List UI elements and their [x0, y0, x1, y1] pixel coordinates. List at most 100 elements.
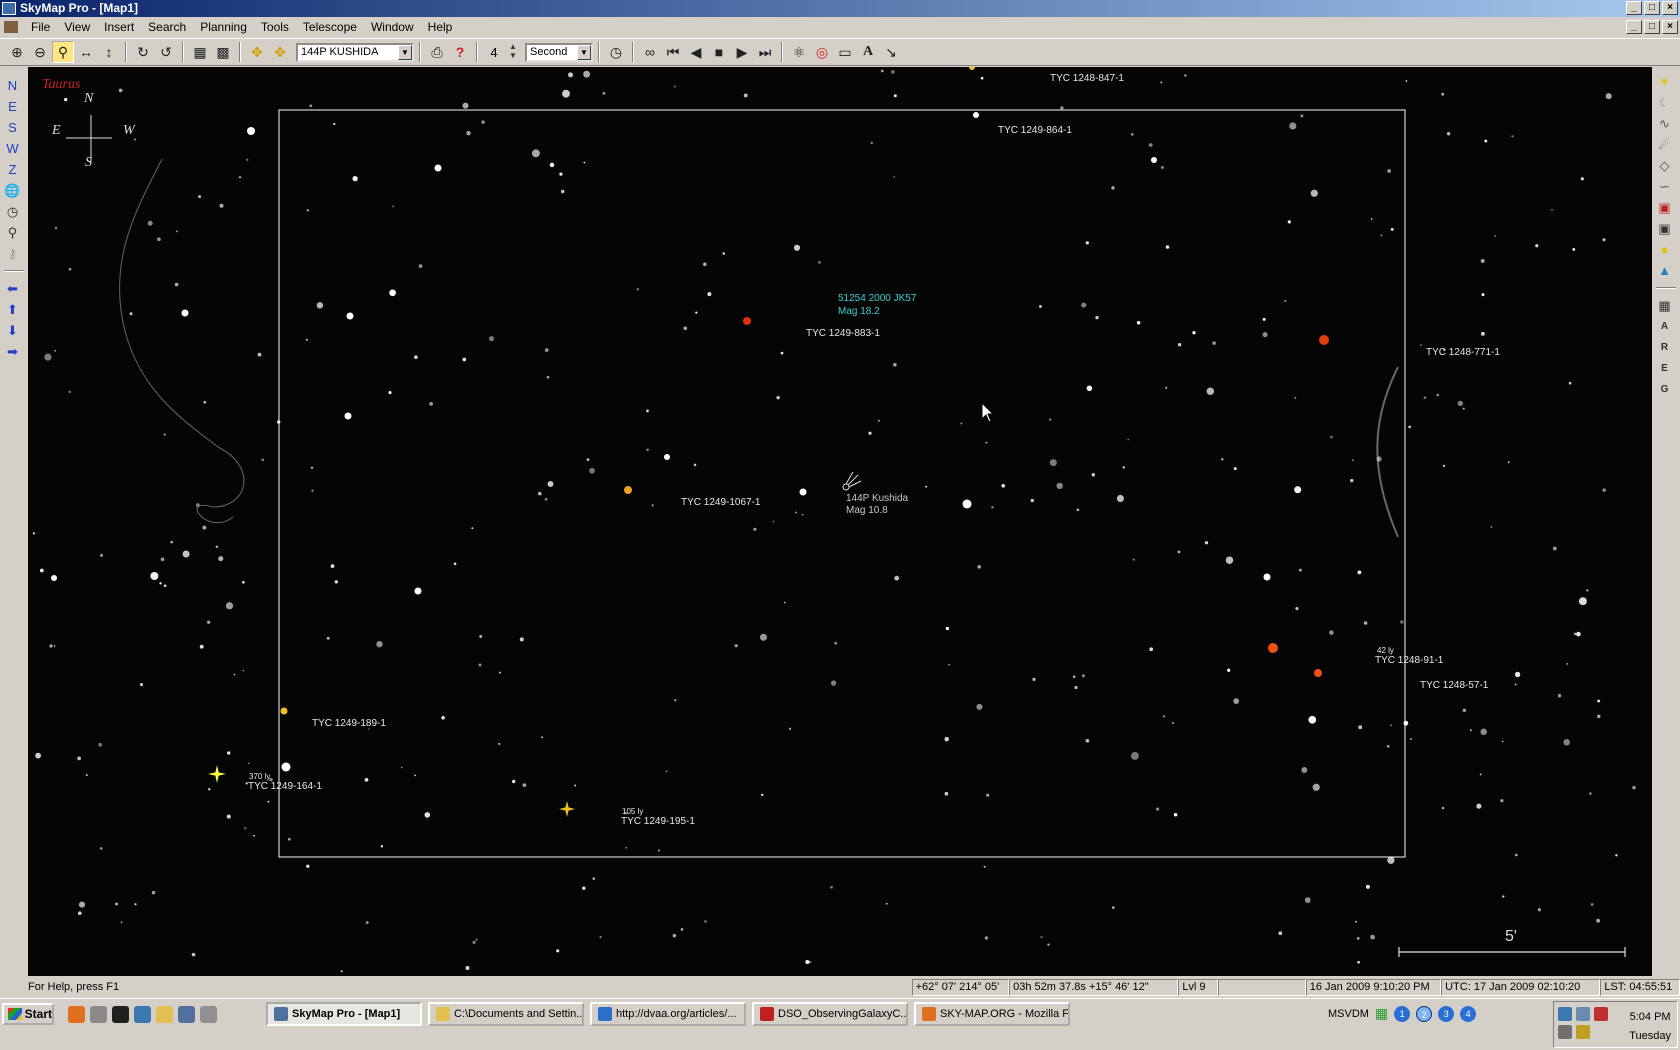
clock-icon[interactable]: ◷ — [605, 41, 627, 63]
zoom-window-icon[interactable]: ⚲ — [52, 41, 74, 63]
star-label[interactable]: TYC 1248-57-1 — [1420, 680, 1488, 692]
catalog-a-button[interactable]: A — [1652, 316, 1677, 337]
menu-insert[interactable]: Insert — [97, 17, 141, 37]
task-pdf[interactable]: DSO_ObservingGalaxyC... — [752, 1002, 908, 1026]
monitor-tray-icon[interactable] — [1576, 1007, 1590, 1021]
desktop-grid-icon[interactable]: ▦ — [1375, 1005, 1388, 1022]
arrow-left-icon[interactable]: ⬅ — [0, 278, 25, 299]
menu-telescope[interactable]: Telescope — [296, 17, 364, 37]
color-palette-icon[interactable]: ▲ — [1652, 260, 1677, 281]
mdi-restore-button[interactable]: □ — [1644, 20, 1660, 34]
galaxy-icon[interactable]: ∽ — [1652, 176, 1677, 197]
link-icon[interactable]: ∞ — [639, 41, 661, 63]
star-label[interactable]: TYC 1249-164-1 — [248, 781, 322, 793]
menu-window[interactable]: Window — [364, 17, 421, 37]
mdi-minimize-button[interactable]: _ — [1626, 20, 1642, 34]
rectangle-tool-icon[interactable]: ▭ — [834, 41, 856, 63]
text-tool-icon[interactable]: A — [857, 41, 879, 63]
step-back-icon[interactable]: ◀ — [685, 41, 707, 63]
comet-icon[interactable]: ☄ — [1652, 134, 1677, 155]
menu-tools[interactable]: Tools — [254, 17, 296, 37]
firefox-icon[interactable] — [68, 1006, 85, 1023]
menu-view[interactable]: View — [57, 17, 97, 37]
task-browser-ie[interactable]: http://dvaa.org/articles/... — [590, 1002, 746, 1026]
tools-icon[interactable] — [200, 1006, 217, 1023]
sky-map-canvas[interactable]: Taurus N S E W 51254 2000 JK57 Mag 18.2 … — [28, 67, 1652, 976]
star-label[interactable]: TYC 1248-91-1 — [1375, 655, 1443, 667]
asteroid-name-label[interactable]: 51254 2000 JK57 — [838, 293, 916, 305]
clock-icon[interactable]: ◷ — [0, 201, 25, 222]
chevron-down-icon[interactable]: ▼ — [398, 44, 412, 60]
zoom-in-icon[interactable]: ⊕ — [6, 41, 28, 63]
zenith-button[interactable]: Z — [0, 159, 25, 180]
desktop-3-button[interactable]: 3 — [1438, 1005, 1455, 1022]
document-icon[interactable] — [4, 21, 18, 33]
catalog-e-button[interactable]: E — [1652, 358, 1677, 379]
menu-planning[interactable]: Planning — [193, 17, 254, 37]
star-label[interactable]: TYC 1249-189-1 — [312, 718, 386, 730]
survey-image-icon[interactable]: ▩ — [212, 41, 234, 63]
camera-icon[interactable]: ▣ — [1652, 197, 1677, 218]
catalog-r-button[interactable]: R — [1652, 337, 1677, 358]
step-forward-icon[interactable]: ▶ — [731, 41, 753, 63]
object-combo[interactable]: 144P KUSHIDA ▼ — [296, 42, 414, 62]
sun-icon[interactable]: ☀ — [1652, 71, 1677, 92]
east-button[interactable]: E — [0, 96, 25, 117]
milky-way-icon[interactable]: ∿ — [1652, 113, 1677, 134]
fast-forward-icon[interactable]: ⏭ — [754, 41, 776, 63]
flip-vertical-icon[interactable]: ↕ — [98, 41, 120, 63]
target-icon[interactable]: ◎ — [811, 41, 833, 63]
desktop-2-button[interactable]: 2 — [1416, 1005, 1433, 1022]
zoom-out-icon[interactable]: ⊖ — [29, 41, 51, 63]
stop-icon[interactable]: ■ — [708, 41, 730, 63]
search-icon[interactable]: ⚲ — [0, 222, 25, 243]
track-object-icon[interactable]: ✥ — [269, 41, 291, 63]
snapshot-icon[interactable]: ▣ — [1652, 218, 1677, 239]
rewind-icon[interactable]: ⏮ — [662, 41, 684, 63]
task-skymap[interactable]: SkyMap Pro - [Map1] — [266, 1002, 422, 1026]
pen-tray-icon[interactable] — [1576, 1025, 1590, 1039]
task-explorer[interactable]: C:\Documents and Settin... — [428, 1002, 584, 1026]
moon-icon[interactable]: ☾ — [1652, 92, 1677, 113]
desktop-4-button[interactable]: 4 — [1460, 1005, 1477, 1022]
south-button[interactable]: S — [0, 117, 25, 138]
star-label[interactable]: TYC 1249-883-1 — [806, 328, 880, 340]
star-label[interactable]: TYC 1249-864-1 — [998, 125, 1072, 137]
start-button[interactable]: Start — [2, 1003, 54, 1025]
rotate-ccw-icon[interactable]: ↺ — [155, 41, 177, 63]
mdi-close-button[interactable]: × — [1662, 20, 1678, 34]
catalog-g-button[interactable]: G — [1652, 379, 1677, 400]
menu-file[interactable]: File — [24, 17, 57, 37]
print-icon[interactable]: ⎙ — [426, 41, 448, 63]
arrow-down-icon[interactable]: ⬇ — [0, 320, 25, 341]
minimize-button[interactable]: _ — [1626, 1, 1642, 15]
rotate-cw-icon[interactable]: ↻ — [132, 41, 154, 63]
line-tool-icon[interactable]: ↘ — [880, 41, 902, 63]
grid-icon[interactable]: ▦ — [189, 41, 211, 63]
menu-search[interactable]: Search — [141, 17, 193, 37]
tray-clock[interactable]: 5:04 PM Tuesday — [1629, 1008, 1671, 1046]
center-object-icon[interactable]: ✥ — [246, 41, 268, 63]
close-button[interactable]: × — [1662, 1, 1678, 15]
network-icon[interactable] — [134, 1006, 151, 1023]
asteroid-icon[interactable]: ◇ — [1652, 155, 1677, 176]
step-spinner-icon[interactable]: ▲ ▼ — [506, 42, 520, 62]
star-label[interactable]: TYC 1249-1067-1 — [681, 497, 761, 509]
menu-help[interactable]: Help — [421, 17, 460, 37]
alert-tray-icon[interactable] — [1594, 1007, 1608, 1021]
time-unit-combo[interactable]: Second ▼ — [525, 42, 593, 62]
chevron-down-icon[interactable]: ▼ — [577, 44, 591, 60]
flip-horizontal-icon[interactable]: ↔ — [75, 41, 97, 63]
west-button[interactable]: W — [0, 138, 25, 159]
desktop-1-button[interactable]: 1 — [1394, 1005, 1411, 1022]
task-firefox[interactable]: SKY-MAP.ORG - Mozilla F... — [914, 1002, 1070, 1026]
arrow-right-icon[interactable]: ➡ — [0, 341, 25, 362]
drive-icon[interactable] — [90, 1006, 107, 1023]
star-label[interactable]: TYC 1248-847-1 — [1050, 73, 1124, 85]
key-icon[interactable]: ⚷ — [0, 243, 25, 264]
telescope-icon[interactable]: ⚛ — [788, 41, 810, 63]
skymap-icon[interactable] — [178, 1006, 195, 1023]
step-value[interactable]: 4 — [483, 45, 505, 60]
settings-tray-icon[interactable] — [1558, 1025, 1572, 1039]
command-prompt-icon[interactable] — [112, 1006, 129, 1023]
